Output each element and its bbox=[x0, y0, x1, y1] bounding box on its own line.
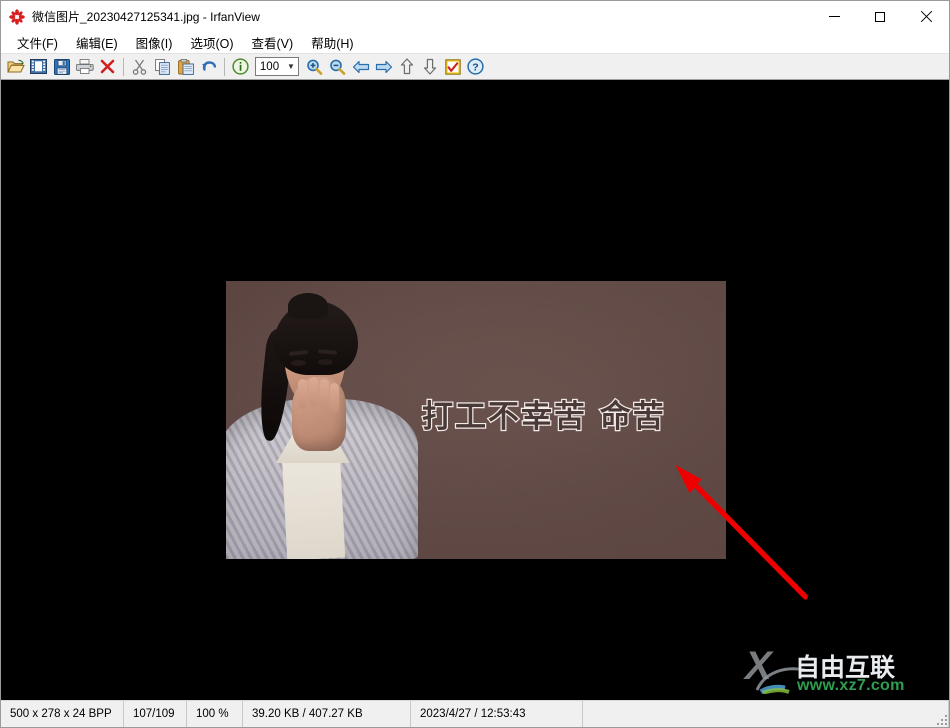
save-icon bbox=[53, 58, 70, 75]
status-zoom: 100 % bbox=[187, 701, 243, 727]
thumbnails-icon bbox=[30, 59, 47, 74]
zoom-out-icon bbox=[330, 59, 346, 75]
svg-text:?: ? bbox=[472, 61, 478, 73]
image-canvas[interactable]: 打工不幸苦 命苦 X 自由互联 www.xz7.com bbox=[1, 80, 949, 700]
info-icon bbox=[232, 58, 249, 75]
toolbar-separator-1 bbox=[123, 57, 124, 76]
thumbnails-button[interactable] bbox=[27, 56, 50, 78]
chevron-down-icon: ▼ bbox=[287, 61, 295, 71]
image-subject-figure bbox=[226, 281, 426, 559]
next-image-icon bbox=[375, 60, 392, 73]
resize-grip[interactable] bbox=[935, 713, 947, 725]
menu-bar: 文件(F) 编辑(E) 图像(I) 选项(O) 查看(V) 帮助(H) bbox=[1, 32, 949, 53]
zoom-level-value: 100 bbox=[259, 60, 280, 73]
irfanview-flower-icon bbox=[9, 8, 25, 25]
status-image-index: 107/109 bbox=[124, 701, 187, 727]
delete-button[interactable] bbox=[96, 56, 119, 78]
copy-button[interactable] bbox=[151, 56, 174, 78]
paste-icon bbox=[177, 58, 194, 75]
open-folder-button[interactable] bbox=[4, 56, 27, 78]
status-file-size: 39.20 KB / 407.27 KB bbox=[243, 701, 411, 727]
window-title: 微信图片_20230427125341.jpg - IrfanView bbox=[32, 10, 260, 24]
next-image-button[interactable] bbox=[372, 56, 395, 78]
menu-help[interactable]: 帮助(H) bbox=[303, 31, 361, 55]
info-button[interactable] bbox=[229, 56, 252, 78]
cut-icon bbox=[132, 59, 147, 75]
previous-image-button[interactable] bbox=[349, 56, 372, 78]
last-image-button[interactable] bbox=[418, 56, 441, 78]
first-image-button[interactable] bbox=[395, 56, 418, 78]
menu-edit[interactable]: 编辑(E) bbox=[68, 31, 126, 55]
zoom-out-button[interactable] bbox=[326, 56, 349, 78]
status-extra bbox=[583, 701, 949, 727]
save-button[interactable] bbox=[50, 56, 73, 78]
slideshow-icon bbox=[444, 58, 461, 75]
maximize-button[interactable] bbox=[857, 1, 903, 32]
close-icon bbox=[920, 11, 932, 23]
menu-image[interactable]: 图像(I) bbox=[128, 31, 181, 55]
window-controls bbox=[811, 1, 949, 32]
zoom-level-combobox[interactable]: 100 ▼ bbox=[255, 57, 299, 76]
minimize-button[interactable] bbox=[811, 1, 857, 32]
watermark-swoosh-icon bbox=[755, 667, 806, 694]
slideshow-button[interactable] bbox=[441, 56, 464, 78]
zoom-in-icon bbox=[307, 59, 323, 75]
help-button[interactable]: ? bbox=[464, 56, 487, 78]
menu-file[interactable]: 文件(F) bbox=[9, 31, 66, 55]
print-icon bbox=[75, 59, 94, 74]
undo-button[interactable] bbox=[197, 56, 220, 78]
image-caption-text: 打工不幸苦 命苦 bbox=[421, 398, 666, 436]
status-bar: 500 x 278 x 24 BPP 107/109 100 % 39.20 K… bbox=[1, 700, 949, 727]
watermark-logo: X bbox=[745, 644, 772, 688]
cut-button[interactable] bbox=[128, 56, 151, 78]
menu-options[interactable]: 选项(O) bbox=[182, 31, 241, 55]
previous-image-icon bbox=[352, 60, 369, 73]
open-folder-icon bbox=[6, 59, 25, 72]
first-image-icon bbox=[400, 58, 413, 75]
watermark: X 自由互联 www.xz7.com bbox=[741, 644, 941, 698]
copy-icon bbox=[154, 58, 170, 75]
help-icon: ? bbox=[467, 58, 484, 75]
last-image-icon bbox=[423, 58, 436, 75]
paste-button[interactable] bbox=[174, 56, 197, 78]
undo-icon bbox=[202, 61, 217, 71]
close-button[interactable] bbox=[903, 1, 949, 32]
maximize-icon bbox=[875, 11, 885, 22]
zoom-in-button[interactable] bbox=[303, 56, 326, 78]
watermark-brand: 自由互联 bbox=[795, 653, 896, 682]
status-datetime: 2023/4/27 / 12:53:43 bbox=[411, 701, 583, 727]
irfanview-window: 微信图片_20230427125341.jpg - IrfanView 文件(F… bbox=[0, 0, 950, 728]
toolbar-separator-2 bbox=[224, 57, 225, 76]
toolbar: 100 ▼ ? bbox=[1, 53, 949, 80]
status-dimensions: 500 x 278 x 24 BPP bbox=[1, 701, 124, 727]
menu-view[interactable]: 查看(V) bbox=[244, 31, 302, 55]
delete-icon bbox=[100, 59, 115, 74]
title-bar: 微信图片_20230427125341.jpg - IrfanView bbox=[1, 1, 949, 32]
minimize-icon bbox=[828, 16, 840, 17]
displayed-image[interactable]: 打工不幸苦 命苦 bbox=[226, 281, 726, 559]
watermark-url: www.xz7.com bbox=[797, 677, 905, 694]
print-button[interactable] bbox=[73, 56, 96, 78]
